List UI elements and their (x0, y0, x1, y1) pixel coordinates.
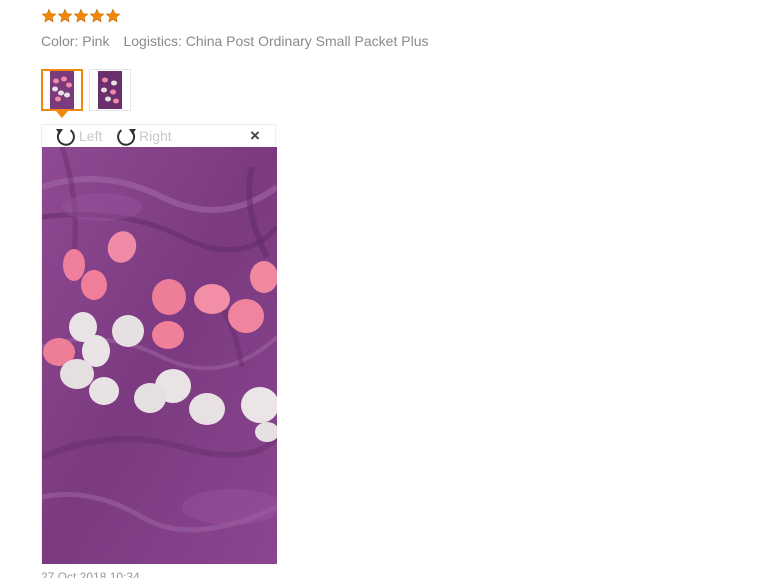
rotate-right-icon (117, 129, 136, 146)
review-item: Color: Pink Logistics: China Post Ordinar… (0, 0, 769, 578)
rotate-left-button[interactable]: Left (54, 125, 102, 147)
rotate-right-button[interactable]: Right (114, 125, 172, 147)
rotate-left-label: Left (79, 128, 103, 144)
photo-viewer: Left Right × (41, 124, 277, 564)
order-info: Color: Pink Logistics: China Post Ordinar… (41, 33, 428, 49)
thumbnail-2[interactable] (89, 69, 131, 111)
star-icon (57, 8, 73, 24)
review-date: 27 Oct 2018 10:34 (41, 570, 140, 578)
rotate-left-icon (56, 129, 75, 146)
color-info: Color: Pink (41, 33, 110, 49)
thumbnail-image (98, 71, 122, 109)
thumbnail-image (50, 71, 74, 109)
review-photo (42, 147, 277, 564)
star-icon (41, 8, 57, 24)
star-icon (105, 8, 121, 24)
viewer-toolbar: Left Right × (42, 125, 275, 147)
star-icon (89, 8, 105, 24)
rotate-right-label: Right (139, 128, 172, 144)
star-icon (73, 8, 89, 24)
star-rating (41, 8, 121, 26)
thumbnail-strip (41, 69, 131, 118)
thumbnail-1[interactable] (41, 69, 83, 118)
close-icon: × (250, 126, 260, 145)
logistics-info: Logistics: China Post Ordinary Small Pac… (123, 33, 429, 49)
close-viewer-button[interactable]: × (247, 127, 263, 145)
